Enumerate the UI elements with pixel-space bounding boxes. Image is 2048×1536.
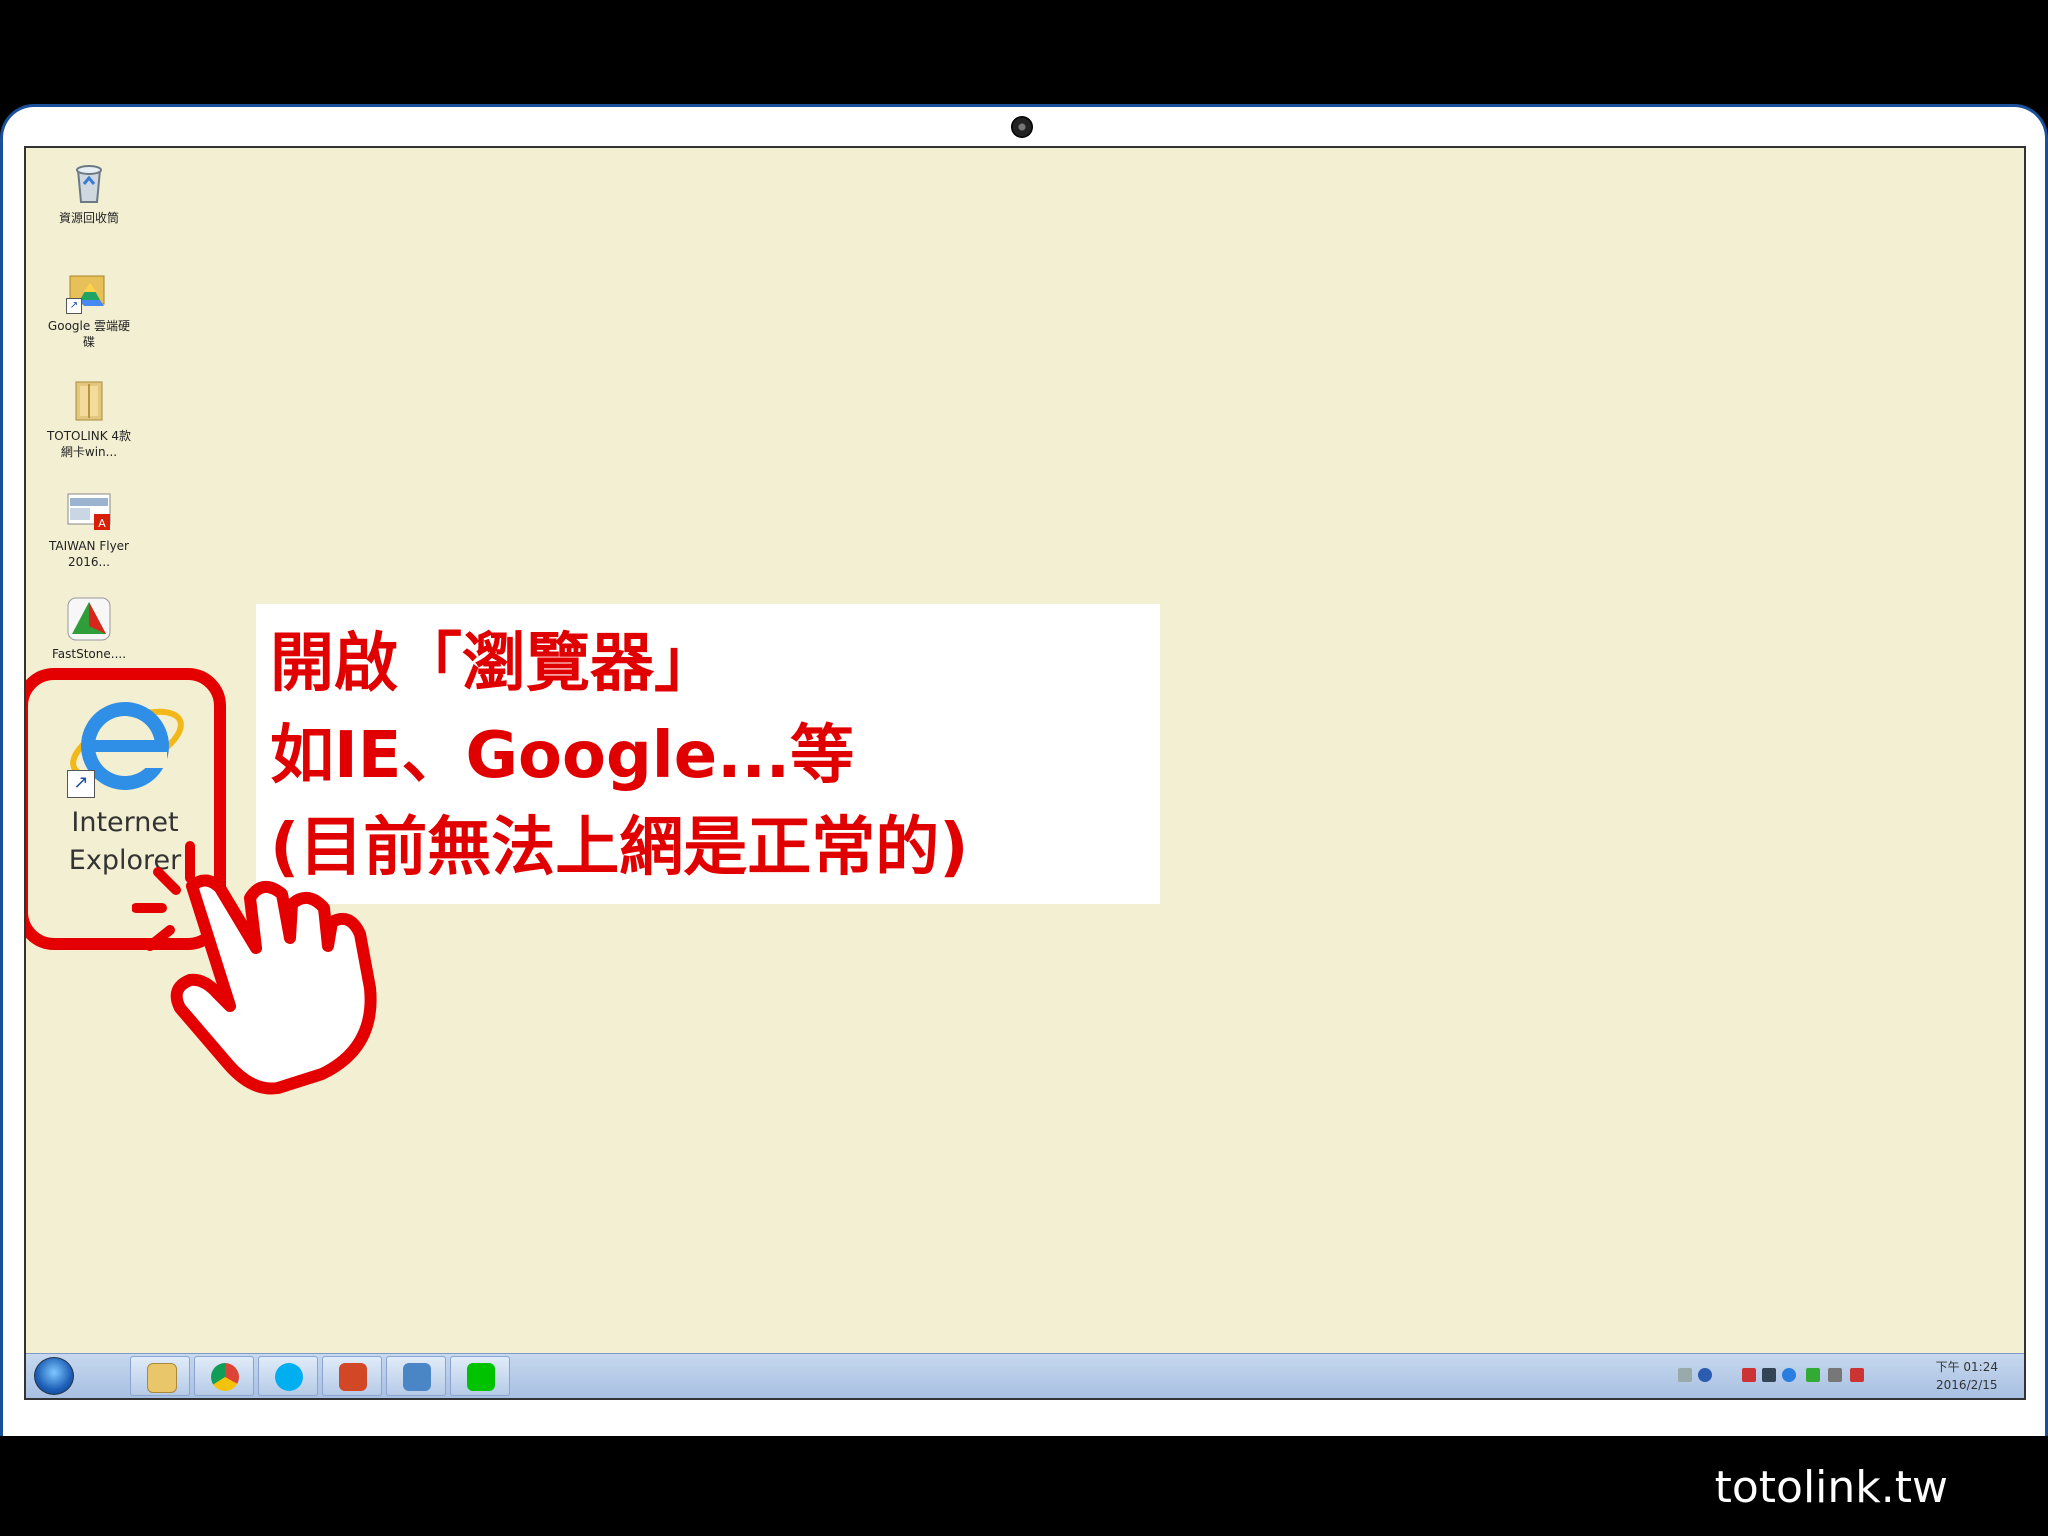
folder-icon [66, 378, 112, 424]
svg-text:A: A [98, 517, 106, 530]
desktop-icon-google-drive[interactable]: ↗ Google 雲端硬碟 [46, 268, 132, 350]
desktop-icon-taiwan-flyer[interactable]: A TAIWAN Flyer 2016... [46, 488, 132, 570]
taskbar-powerpoint[interactable] [322, 1356, 382, 1396]
skype-icon [275, 1363, 303, 1391]
clock-time: 下午 01:24 [1935, 1360, 1998, 1374]
desktop-icon-faststone[interactable]: FastStone.... [46, 596, 132, 662]
taskbar-chrome[interactable] [194, 1356, 254, 1396]
start-button[interactable] [34, 1357, 74, 1395]
google-drive-icon: ↗ [66, 268, 112, 314]
desktop-icon-totolink-folder[interactable]: TOTOLINK 4款網卡win... [46, 378, 132, 460]
pdf-icon: A [66, 488, 112, 534]
security-icon[interactable] [1806, 1368, 1820, 1382]
desktop-icon-label: 資源回收筒 [58, 211, 119, 225]
taskbar-remote-desktop[interactable] [386, 1356, 446, 1396]
pointing-hand-icon [131, 838, 432, 1102]
signal-icon[interactable] [1828, 1368, 1842, 1382]
taskbar-clock[interactable]: 下午 01:24 2016/2/15 [1936, 1358, 1998, 1394]
desktop-icon-label: Google 雲端硬碟 [47, 319, 131, 349]
taskbar: 下午 01:24 2016/2/15 [26, 1353, 2024, 1398]
desktop-icon-label: TAIWAN Flyer 2016... [48, 539, 129, 569]
network-error-icon[interactable] [1742, 1368, 1756, 1382]
webcam-icon [1011, 116, 1033, 138]
keyboard-icon[interactable] [1678, 1368, 1692, 1382]
file-explorer-icon [147, 1363, 177, 1393]
callout-line-1: 開啟「瀏覽器」 [270, 627, 718, 701]
help-icon[interactable] [1698, 1368, 1712, 1382]
line-icon [467, 1363, 495, 1391]
taskbar-file-explorer[interactable] [130, 1356, 190, 1396]
callout-line-2: 如IE、Google...等 [270, 719, 855, 793]
faststone-icon [66, 596, 112, 642]
recycle-bin-icon [66, 160, 112, 206]
clock-date: 2016/2/15 [1936, 1378, 1998, 1392]
desktop-icon-recycle-bin[interactable]: 資源回收筒 [46, 160, 132, 226]
shortcut-arrow-icon: ↗ [66, 298, 82, 314]
remote-desktop-icon [403, 1363, 431, 1391]
taskbar-skype[interactable] [258, 1356, 318, 1396]
sync-icon[interactable] [1782, 1368, 1796, 1382]
brand-watermark: totolink.tw [1714, 1462, 1948, 1513]
powerpoint-icon [339, 1363, 367, 1391]
desktop-icon-label: FastStone.... [51, 647, 127, 661]
windows-flag-icon[interactable] [1762, 1368, 1776, 1382]
desktop-screen: 資源回收筒 ↗ Google 雲端硬碟 TOTOLINK 4款網卡win... [24, 146, 2026, 1400]
desktop-icon-label: TOTOLINK 4款網卡win... [46, 429, 132, 459]
volume-mute-icon[interactable] [1850, 1368, 1864, 1382]
chrome-icon [211, 1363, 239, 1391]
taskbar-line[interactable] [450, 1356, 510, 1396]
